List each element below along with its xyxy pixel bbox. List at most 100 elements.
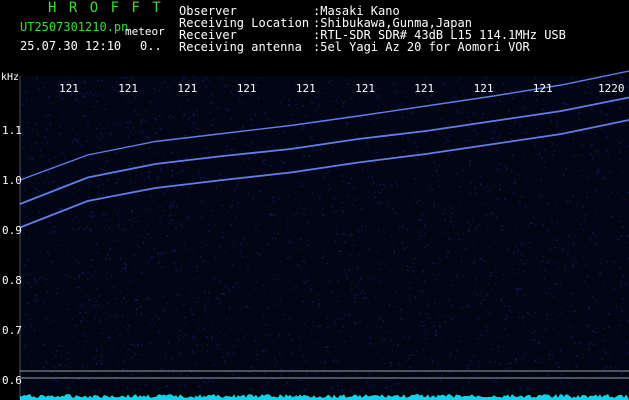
noise-speckle [316, 342, 318, 345]
noise-speckle [504, 327, 506, 330]
noise-speckle [355, 368, 358, 370]
noise-speckle [502, 83, 505, 85]
noise-speckle [150, 195, 152, 197]
noise-speckle [140, 272, 143, 274]
noise-speckle [367, 322, 369, 324]
noise-speckle [484, 325, 487, 328]
noise-speckle [309, 99, 312, 101]
noise-speckle [132, 244, 135, 246]
noise-speckle [142, 163, 145, 166]
noise-speckle [129, 76, 131, 79]
noise-speckle [226, 287, 228, 290]
noise-speckle [77, 141, 79, 143]
noise-speckle [302, 105, 304, 107]
noise-speckle [204, 291, 206, 293]
noise-speckle [67, 303, 70, 306]
noise-speckle [519, 385, 521, 388]
noise-speckle [137, 147, 139, 149]
noise-speckle [90, 331, 92, 334]
noise-speckle [143, 229, 145, 232]
noise-speckle [48, 114, 50, 116]
noise-speckle [591, 93, 593, 95]
noise-speckle [500, 229, 503, 231]
noise-speckle [177, 156, 179, 158]
noise-speckle [532, 315, 534, 317]
noise-speckle [328, 81, 330, 84]
noise-speckle [603, 177, 605, 180]
noise-speckle [462, 233, 465, 235]
noise-speckle [95, 311, 97, 313]
noise-speckle [193, 122, 196, 124]
noise-speckle [42, 87, 45, 89]
noise-speckle [552, 312, 555, 314]
noise-speckle [31, 158, 34, 161]
noise-speckle [448, 299, 451, 301]
noise-speckle [327, 121, 329, 123]
noise-speckle [523, 270, 525, 273]
noise-speckle [435, 261, 438, 264]
noise-speckle [341, 201, 343, 204]
noise-speckle [583, 281, 586, 283]
noise-speckle [469, 120, 472, 122]
noise-speckle [82, 317, 84, 319]
noise-speckle [571, 265, 574, 268]
noise-speckle [210, 282, 212, 284]
noise-speckle [146, 136, 148, 138]
noise-speckle [264, 372, 266, 374]
noise-speckle [34, 225, 37, 228]
noise-speckle [621, 78, 624, 81]
noise-speckle [183, 303, 185, 306]
noise-speckle [406, 91, 408, 93]
noise-speckle [286, 257, 289, 260]
time-tick-label: 121 [414, 82, 434, 95]
noise-speckle [58, 133, 60, 135]
noise-speckle [392, 280, 395, 282]
noise-speckle [319, 325, 322, 327]
noise-speckle [450, 353, 452, 355]
noise-speckle [121, 203, 124, 205]
noise-speckle [542, 224, 544, 226]
noise-speckle [223, 163, 225, 166]
noise-speckle [435, 278, 437, 280]
noise-speckle [170, 219, 173, 221]
noise-speckle [498, 163, 501, 166]
noise-speckle [169, 130, 171, 133]
noise-speckle [607, 154, 609, 156]
noise-speckle [230, 223, 232, 226]
noise-speckle [37, 298, 39, 301]
noise-speckle [68, 366, 70, 369]
noise-speckle [601, 376, 604, 378]
noise-speckle [586, 324, 589, 326]
noise-speckle [84, 95, 86, 98]
noise-speckle [204, 77, 207, 80]
noise-speckle [425, 150, 427, 152]
noise-speckle [463, 108, 465, 110]
noise-speckle [614, 375, 616, 377]
noise-speckle [208, 292, 210, 294]
noise-speckle [136, 220, 139, 223]
noise-speckle [84, 334, 86, 337]
noise-speckle [44, 82, 46, 84]
noise-speckle [467, 364, 469, 366]
noise-speckle [222, 236, 224, 238]
noise-speckle [291, 368, 293, 370]
noise-speckle [601, 307, 603, 309]
noise-speckle [420, 100, 422, 102]
noise-speckle [481, 149, 484, 151]
noise-speckle [320, 193, 322, 195]
noise-speckle [157, 318, 160, 320]
noise-speckle [500, 224, 502, 227]
noise-speckle [268, 206, 270, 208]
noise-speckle [439, 186, 441, 188]
noise-speckle [429, 188, 431, 190]
noise-speckle [266, 244, 269, 246]
noise-speckle [512, 154, 514, 157]
noise-speckle [238, 100, 241, 102]
noise-speckle [449, 383, 452, 385]
noise-speckle [525, 353, 527, 355]
noise-speckle [593, 343, 595, 346]
noise-speckle [480, 290, 483, 293]
noise-speckle [324, 92, 327, 95]
noise-speckle [353, 187, 355, 189]
noise-speckle [109, 362, 112, 364]
